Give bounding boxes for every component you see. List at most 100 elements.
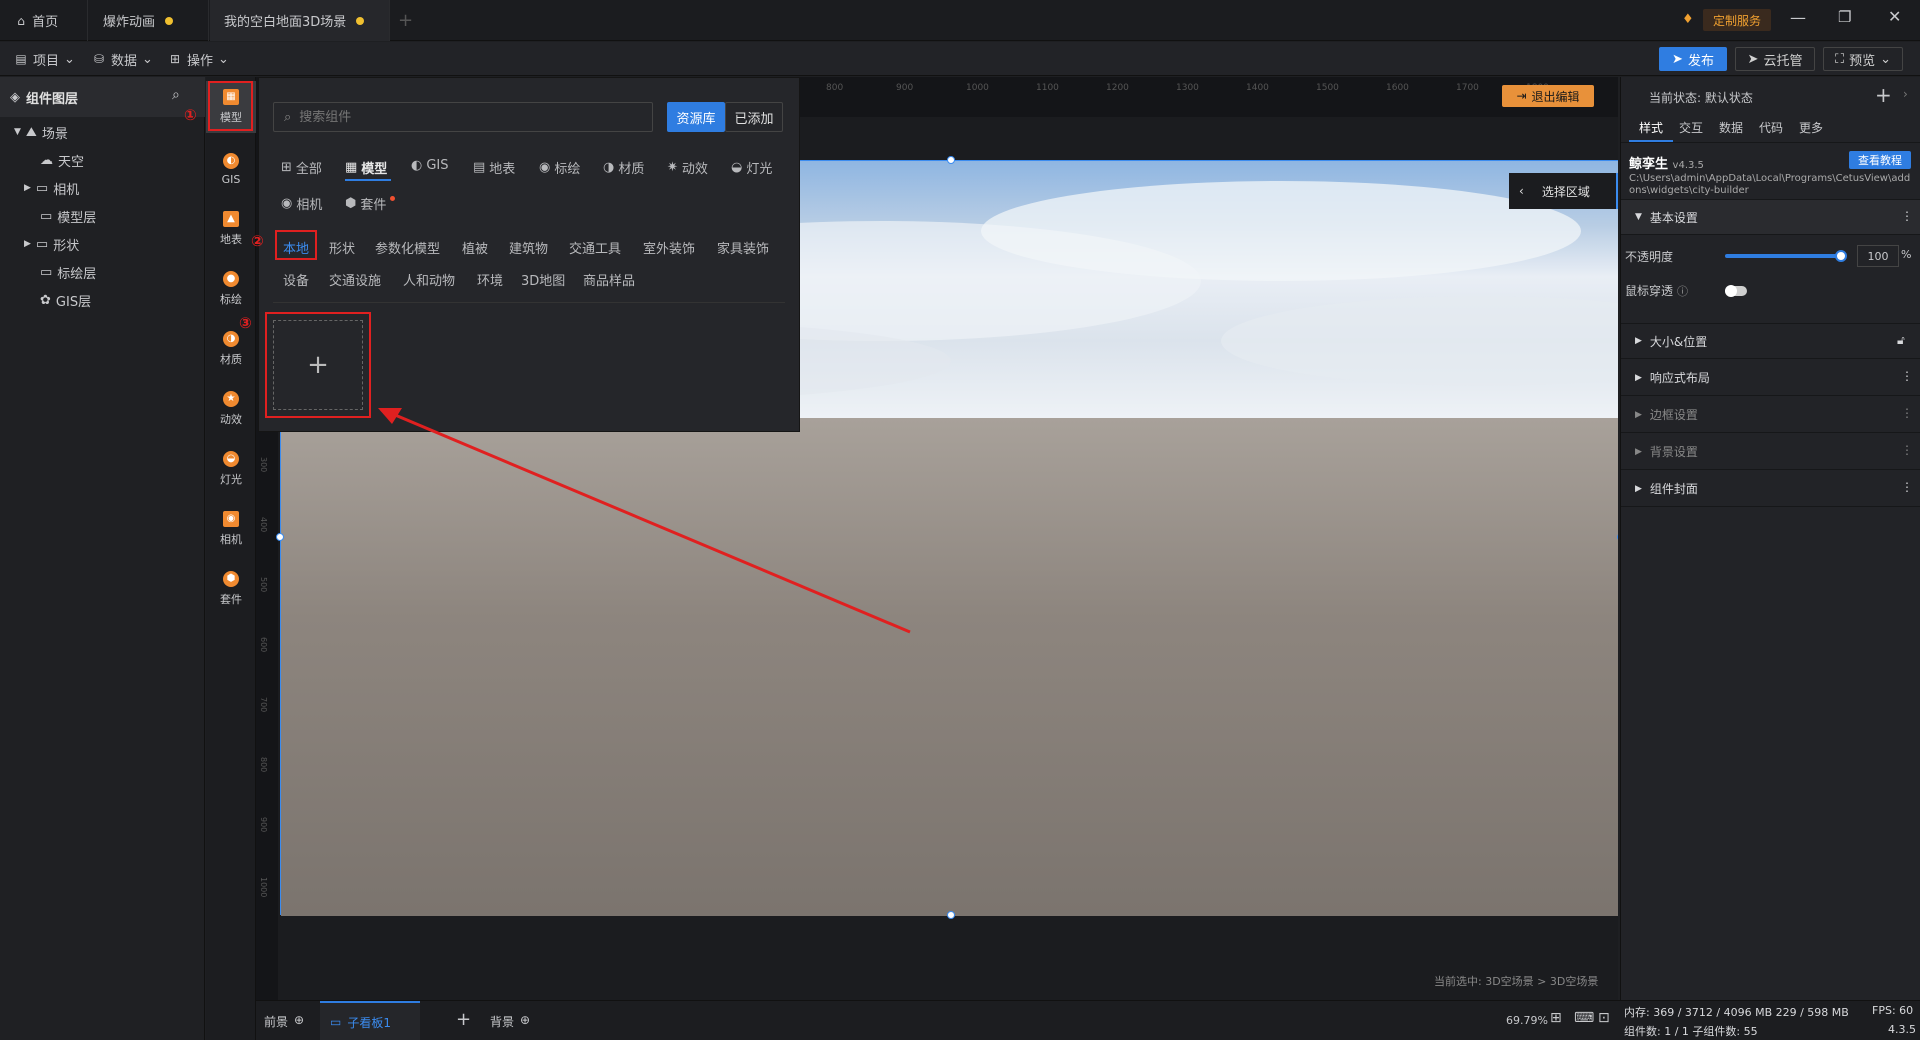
category-effect-button[interactable]: ★ 动效 [206, 383, 256, 435]
tab-added[interactable]: 已添加 [725, 102, 783, 132]
resize-handle-left[interactable] [276, 533, 284, 541]
category-terrain-button[interactable]: ▲ 地表 [206, 203, 256, 255]
category-marker[interactable]: ◉ 标绘 [539, 158, 580, 177]
restore-icon[interactable]: ❐ [1838, 8, 1851, 26]
cloud-hosting-button[interactable]: ➤ 云托管 [1735, 47, 1815, 71]
custom-service-button[interactable]: 定制服务 [1703, 9, 1771, 31]
subcategory-3d-map[interactable]: 3D地图 [521, 270, 565, 289]
category-camera[interactable]: ◉ 相机 [281, 194, 322, 213]
more-vertical-icon[interactable]: ⋮ [1901, 480, 1913, 494]
more-vertical-icon[interactable]: ⋮ [1901, 406, 1913, 420]
add-circle-icon[interactable]: ⊕ [520, 1013, 530, 1030]
category-gis-button[interactable]: ◐ GIS [206, 143, 256, 195]
diamond-icon: ♦ [1682, 12, 1694, 27]
zoom-level[interactable]: 69.79% [1506, 1014, 1548, 1027]
opacity-slider-track[interactable] [1725, 254, 1841, 258]
resize-handle-top[interactable] [947, 156, 955, 164]
terminal-icon[interactable]: ⊡ [1598, 1010, 1610, 1026]
data-menu[interactable]: ⛁ 数据 ⌄ [92, 42, 153, 76]
select-area-button[interactable]: ‹ 选择区域 [1509, 173, 1618, 209]
subcategory-traffic-facility[interactable]: 交通设施 [329, 270, 381, 289]
layer-shape[interactable]: ▶ ▭ 形状 [24, 230, 79, 258]
subcategory-product-sample[interactable]: 商品样品 [583, 270, 635, 289]
add-board-plus-icon[interactable]: + [456, 1009, 471, 1030]
layer-annotation[interactable]: ▭ 标绘层 [40, 258, 96, 286]
new-tab-plus-icon[interactable]: + [398, 10, 413, 31]
category-camera-button[interactable]: ◉ 相机 [206, 503, 256, 555]
resize-handle-bottom[interactable] [947, 911, 955, 919]
close-icon[interactable]: ✕ [1888, 7, 1901, 26]
lock-icon[interactable]: 🔓︎ [1897, 333, 1905, 348]
resize-handle-right[interactable] [1617, 533, 1618, 541]
subcategory-building[interactable]: 建筑物 [509, 238, 548, 257]
subcategory-furniture[interactable]: 家具装饰 [717, 238, 769, 257]
help-icon[interactable]: ⓘ [1677, 283, 1688, 299]
scene-icon: ⛰ [25, 124, 37, 140]
category-terrain[interactable]: ▤ 地表 [473, 158, 515, 177]
fit-screen-icon[interactable]: ⊞ [1550, 1010, 1562, 1026]
exit-edit-button[interactable]: ⇥ 退出编辑 [1502, 85, 1594, 107]
foreground-tab[interactable]: 前景 ⊕ [264, 1013, 304, 1030]
category-light[interactable]: ◒ 灯光 [731, 158, 772, 177]
preview-button[interactable]: ⛶ 预览 ⌄ [1823, 47, 1903, 71]
tab-more[interactable]: 更多 [1799, 119, 1823, 136]
add-circle-icon[interactable]: ⊕ [294, 1013, 304, 1030]
search-box[interactable]: ⌕ [273, 102, 653, 132]
tab-style[interactable]: 样式 [1639, 119, 1663, 136]
layer-scene[interactable]: ▼ ⛰ 场景 [14, 118, 68, 146]
subcategory-environment[interactable]: 环境 [477, 270, 503, 289]
section-component-cover[interactable]: ▶ 组件封面 ⋮ [1621, 471, 1920, 507]
tab-resource-library[interactable]: 资源库 [667, 102, 725, 132]
category-effect[interactable]: ✷ 动效 [667, 158, 708, 177]
section-size-position[interactable]: ▶ 大小&位置 🔓︎ [1621, 323, 1920, 359]
category-model[interactable]: ▦ 模型 [345, 158, 387, 177]
section-responsive-layout[interactable]: ▶ 响应式布局 ⋮ [1621, 360, 1920, 396]
subcategory-outdoor-decoration[interactable]: 室外装饰 [643, 238, 695, 257]
operation-menu[interactable]: ⊞ 操作 ⌄ [168, 42, 229, 76]
subcategory-people-animals[interactable]: 人和动物 [403, 270, 455, 289]
section-basic-settings[interactable]: ▼ 基本设置 ⋮ [1621, 199, 1920, 235]
search-icon[interactable]: ⌕ [172, 87, 180, 103]
minimize-icon[interactable]: — [1790, 8, 1806, 27]
project-menu[interactable]: ▤ 项目 ⌄ [14, 42, 75, 76]
tab-code[interactable]: 代码 [1759, 119, 1783, 136]
category-marker-button[interactable]: ● 标绘 [206, 263, 256, 315]
tab-home[interactable]: ⌂ 首页 [0, 0, 88, 41]
subcategory-vehicle[interactable]: 交通工具 [569, 238, 621, 257]
mouse-through-toggle[interactable] [1725, 285, 1747, 297]
tab-data[interactable]: 数据 [1719, 119, 1743, 136]
chevron-right-icon[interactable]: › [1903, 87, 1908, 101]
layer-camera[interactable]: ▶ ▭ 相机 [24, 174, 79, 202]
layer-model[interactable]: ▭ 模型层 [40, 202, 96, 230]
opacity-value-input[interactable]: 100 [1857, 245, 1899, 267]
layer-sky[interactable]: ☁ 天空 [40, 146, 84, 174]
section-background-settings[interactable]: ▶ 背景设置 ⋮ [1621, 434, 1920, 470]
tab-interaction[interactable]: 交互 [1679, 119, 1703, 136]
more-vertical-icon[interactable]: ⋮ [1901, 369, 1913, 383]
subcategory-shape[interactable]: 形状 [329, 238, 355, 257]
opacity-slider-thumb[interactable] [1835, 250, 1847, 262]
ruler-top-label: 1400 [1246, 83, 1269, 93]
add-state-plus-icon[interactable]: + [1875, 83, 1892, 107]
subcategory-parametric-model[interactable]: 参数化模型 [375, 238, 440, 257]
keyboard-icon[interactable]: ⌨ [1574, 1010, 1594, 1026]
category-kit-button[interactable]: ⬢ 套件 [206, 563, 256, 615]
tab-explosion-animation[interactable]: 爆炸动画 [89, 0, 209, 41]
subcategory-vegetation[interactable]: 植被 [462, 238, 488, 257]
category-light-button[interactable]: ◒ 灯光 [206, 443, 256, 495]
subcategory-equipment[interactable]: 设备 [283, 270, 309, 289]
component-search-input[interactable] [299, 109, 620, 125]
publish-button[interactable]: ➤ 发布 [1659, 47, 1727, 71]
background-tab[interactable]: 背景 ⊕ [490, 1013, 530, 1030]
category-material[interactable]: ◑ 材质 [603, 158, 644, 177]
view-tutorial-button[interactable]: 查看教程 [1849, 151, 1911, 169]
layer-gis[interactable]: ✿ GIS层 [40, 286, 91, 314]
subboard-tab[interactable]: ▭ 子看板1 [320, 1001, 420, 1040]
more-vertical-icon[interactable]: ⋮ [1901, 209, 1913, 223]
category-gis[interactable]: ◐ GIS [411, 158, 449, 173]
category-all[interactable]: ⊞ 全部 [281, 158, 322, 177]
section-border-settings[interactable]: ▶ 边框设置 ⋮ [1621, 397, 1920, 433]
category-kit[interactable]: ⬢ 套件 [345, 194, 396, 213]
tab-3d-scene[interactable]: 我的空白地面3D场景 [210, 0, 390, 41]
more-vertical-icon[interactable]: ⋮ [1901, 443, 1913, 457]
